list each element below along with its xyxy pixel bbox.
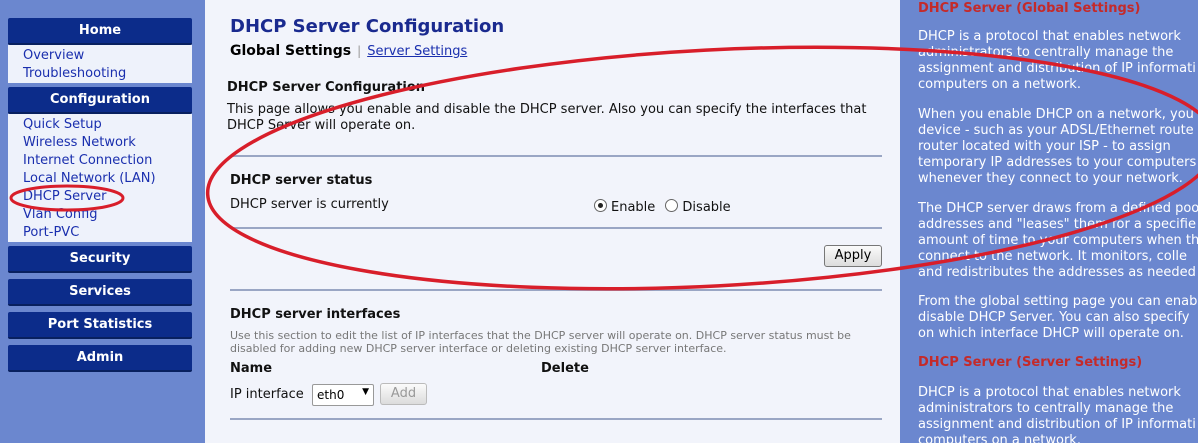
- nav-item-local-network[interactable]: Local Network (LAN): [8, 170, 192, 188]
- help-line: DHCP is a protocol that enables network: [918, 385, 1181, 400]
- help-line: and redistributes the addresses as neede…: [918, 265, 1196, 280]
- add-button[interactable]: Add: [380, 383, 427, 405]
- disable-radio[interactable]: [665, 199, 679, 212]
- divider: [230, 227, 882, 229]
- ip-interface-select[interactable]: eth0 ▼: [312, 384, 374, 406]
- nav-configuration-group: Quick Setup Wireless Network Internet Co…: [8, 114, 192, 242]
- nav-item-dhcp-server[interactable]: DHCP Server: [8, 188, 192, 206]
- nav-home-button[interactable]: Home: [8, 18, 192, 45]
- nav-security-button[interactable]: Security: [8, 246, 192, 273]
- nav-item-port-pvc[interactable]: Port-PVC: [8, 224, 192, 242]
- help-line: connect to the network. It monitors, col…: [918, 249, 1187, 264]
- section-description-line2: DHCP Server will operate on.: [227, 118, 416, 133]
- ip-interface-label: IP interface: [230, 387, 304, 402]
- main-panel: DHCP Server Configuration Global Setting…: [205, 0, 900, 443]
- apply-button[interactable]: Apply: [824, 245, 882, 267]
- nav-item-quick-setup[interactable]: Quick Setup: [8, 116, 192, 134]
- section-description-line1: This page allows you enable and disable …: [227, 102, 867, 117]
- help-line: router located with your ISP - to assign: [918, 139, 1171, 154]
- help-line: computers on a network.: [918, 77, 1081, 92]
- help-line: amount of time to your computers when th: [918, 233, 1198, 248]
- divider: [230, 289, 882, 291]
- help-line: administrators to centrally manage the: [918, 401, 1174, 416]
- tab-server-settings[interactable]: Server Settings: [367, 44, 467, 59]
- disable-label: Disable: [682, 200, 731, 215]
- nav-item-wireless-network[interactable]: Wireless Network: [8, 134, 192, 152]
- tab-separator: |: [357, 44, 362, 58]
- nav-services-button[interactable]: Services: [8, 279, 192, 306]
- tab-global-settings[interactable]: Global Settings: [230, 43, 351, 59]
- left-navigation: Home Overview Troubleshooting Configurat…: [0, 0, 205, 443]
- help-line: assignment and distribution of IP inform…: [918, 61, 1196, 76]
- section-heading: DHCP Server Configuration: [227, 80, 426, 95]
- help-paragraph: The DHCP server draws from a defined poo…: [918, 201, 1198, 281]
- help-line: addresses and "leases" them for a specif…: [918, 217, 1196, 232]
- interfaces-heading: DHCP server interfaces: [230, 307, 401, 322]
- help-paragraph: When you enable DHCP on a network, you d…: [918, 107, 1198, 187]
- help-paragraph: From the global setting page you can ena…: [918, 294, 1198, 342]
- help-panel: DHCP Server (Global Settings) DHCP is a …: [900, 0, 1198, 443]
- help-paragraph: DHCP is a protocol that enables network …: [918, 29, 1198, 93]
- nav-home-group: Overview Troubleshooting: [8, 45, 192, 83]
- status-heading: DHCP server status: [230, 173, 373, 188]
- help-title-global: DHCP Server (Global Settings): [918, 1, 1141, 16]
- help-line: DHCP is a protocol that enables network: [918, 29, 1181, 44]
- help-line: The DHCP server draws from a defined poo: [918, 201, 1198, 216]
- divider: [230, 418, 882, 420]
- settings-tabs: Global Settings | Server Settings: [230, 43, 467, 59]
- nav-item-troubleshooting[interactable]: Troubleshooting: [8, 65, 192, 83]
- help-line: device - such as your ADSL/Ethernet rout…: [918, 123, 1194, 138]
- interfaces-note-line2: disabled for adding new DHCP server inte…: [230, 342, 727, 355]
- help-line: When you enable DHCP on a network, you: [918, 107, 1194, 122]
- help-line: administrators to centrally manage the: [918, 45, 1174, 60]
- nav-admin-button[interactable]: Admin: [8, 345, 192, 372]
- status-label: DHCP server is currently: [230, 197, 389, 212]
- ip-interface-value: eth0: [317, 388, 345, 402]
- help-paragraph: DHCP is a protocol that enables network …: [918, 385, 1198, 443]
- page-title: DHCP Server Configuration: [230, 16, 505, 37]
- help-line: whenever they connect to your network.: [918, 171, 1183, 186]
- nav-port-statistics-button[interactable]: Port Statistics: [8, 312, 192, 339]
- chevron-down-icon: ▼: [362, 387, 369, 397]
- help-line: assignment and distribution of IP inform…: [918, 417, 1196, 432]
- column-header-delete: Delete: [541, 361, 589, 376]
- help-line: computers on a network.: [918, 433, 1081, 443]
- help-line: From the global setting page you can ena…: [918, 294, 1198, 309]
- nav-item-vlan-config[interactable]: Vlan Config: [8, 206, 192, 224]
- help-line: temporary IP addresses to your computers: [918, 155, 1197, 170]
- column-header-name: Name: [230, 361, 273, 376]
- nav-item-internet-connection[interactable]: Internet Connection: [8, 152, 192, 170]
- divider: [230, 155, 882, 157]
- enable-radio[interactable]: [594, 199, 607, 212]
- nav-configuration-button[interactable]: Configuration: [8, 87, 192, 114]
- nav-item-overview[interactable]: Overview: [8, 47, 192, 65]
- help-line: on which interface DHCP will operate on.: [918, 326, 1184, 341]
- status-radio-group: Enable Disable: [594, 199, 731, 215]
- enable-label: Enable: [611, 200, 656, 215]
- help-title-server: DHCP Server (Server Settings): [918, 355, 1143, 370]
- help-line: disable DHCP Server. You can also specif…: [918, 310, 1190, 325]
- interfaces-note-line1: Use this section to edit the list of IP …: [230, 329, 851, 342]
